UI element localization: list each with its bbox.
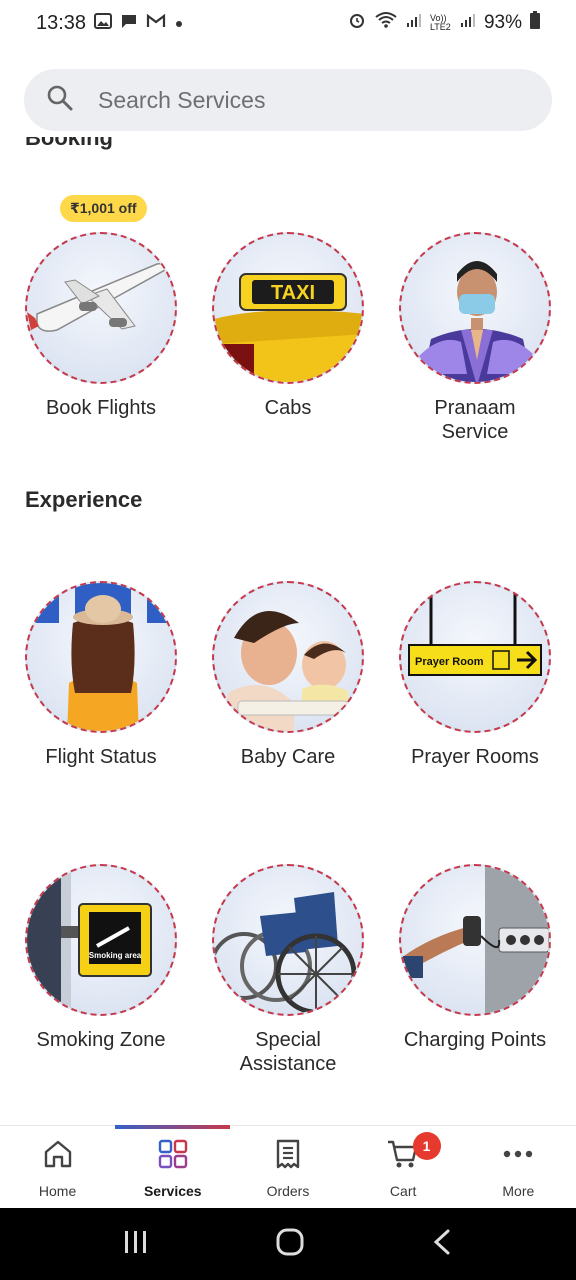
home-button-icon[interactable] (275, 1227, 305, 1262)
tile-label: Prayer Rooms (411, 746, 539, 768)
screen: 13:38 Vo)) LTE2 93% Search Services Book… (0, 0, 576, 1280)
status-time: 13:38 (36, 11, 87, 34)
cart-badge: 1 (412, 1132, 441, 1160)
section-title-experience: Experience (25, 487, 143, 512)
tile-flight-status[interactable]: Flight Status (7, 581, 195, 769)
prayer-room-sign-text: Prayer Room (415, 656, 484, 668)
more-dots-icon (501, 1138, 535, 1175)
tile-charging-points[interactable]: Charging Points (381, 864, 569, 1052)
wifi-icon (374, 11, 398, 35)
wheelchair-icon (212, 864, 364, 1016)
tile-label: Baby Care (240, 746, 336, 768)
tile-special-assistance[interactable]: Special Assistance (194, 864, 382, 1076)
tile-baby-care[interactable]: Baby Care (194, 581, 382, 769)
nav-cart[interactable]: 1 Cart (346, 1126, 461, 1208)
smoking-sign-text: Smoking area (89, 951, 142, 960)
tile-label: Flight Status (45, 746, 157, 768)
recent-apps-icon[interactable] (122, 1229, 150, 1260)
nav-more[interactable]: More (461, 1126, 576, 1208)
grid-icon (157, 1138, 189, 1175)
active-indicator (115, 1125, 231, 1129)
taxi-icon: TAXI (212, 232, 364, 384)
nav-services[interactable]: Services (115, 1125, 231, 1208)
section-title-booking: Booking (25, 137, 113, 163)
prayer-room-sign-icon: Prayer Room (399, 581, 551, 733)
search-bar[interactable]: Search Services (24, 69, 552, 131)
tile-smoking-zone[interactable]: Smoking area Smoking Zone (7, 864, 195, 1052)
nav-label: Orders (266, 1183, 310, 1199)
baby-care-icon (212, 581, 364, 733)
nav-orders[interactable]: Orders (230, 1126, 345, 1208)
network-label: Vo)) LTE2 (429, 13, 451, 32)
nav-label: Home (38, 1183, 77, 1199)
tile-label: Pranaam Service (434, 397, 516, 443)
gallery-icon (94, 12, 113, 35)
search-input[interactable]: Search Services (98, 87, 265, 114)
airplane-icon (25, 232, 177, 384)
chat-icon (120, 12, 138, 35)
services-content[interactable]: Booking Book Flights ₹1,001 off TAXI Cab… (0, 131, 576, 1125)
offer-badge: ₹1,001 off (60, 195, 147, 222)
status-bar: 13:38 Vo)) LTE2 93% (0, 0, 576, 46)
tile-prayer-rooms[interactable]: Prayer Room Prayer Rooms (381, 581, 569, 769)
nav-label: Cart (389, 1183, 417, 1199)
back-icon[interactable] (430, 1228, 454, 1261)
tile-pranaam-service[interactable]: Pranaam Service (381, 232, 569, 444)
greeter-icon (399, 232, 551, 384)
search-icon (46, 84, 74, 117)
battery-percent: 93% (483, 12, 522, 33)
nav-label: Services (143, 1183, 202, 1199)
smoking-area-icon: Smoking area (25, 864, 177, 1016)
receipt-icon (272, 1138, 304, 1175)
departure-board-icon (25, 581, 177, 733)
charging-point-icon (399, 864, 551, 1016)
home-icon (42, 1138, 74, 1175)
alarm-icon (348, 11, 366, 35)
signal-icon-2 (460, 12, 476, 34)
gmail-icon (146, 12, 166, 35)
tile-label: Charging Points (403, 1029, 547, 1051)
signal-icon (406, 12, 422, 34)
tile-label: Smoking Zone (36, 1029, 166, 1051)
tile-label: Special Assistance (239, 1029, 337, 1075)
tile-label: Book Flights (45, 397, 157, 419)
tile-label: Cabs (264, 397, 312, 419)
bottom-nav: Home Services Orders 1 Cart More (0, 1125, 576, 1208)
tile-cabs[interactable]: TAXI Cabs (194, 232, 382, 420)
dot-icon (174, 12, 184, 35)
svg-text:TAXI: TAXI (271, 282, 315, 304)
system-nav-bar (0, 1208, 576, 1280)
battery-icon (530, 11, 540, 35)
section-title-booking-text: Booking (25, 137, 113, 150)
tile-book-flights[interactable]: Book Flights (7, 232, 195, 420)
nav-home[interactable]: Home (0, 1126, 115, 1208)
nav-label: More (502, 1183, 535, 1199)
